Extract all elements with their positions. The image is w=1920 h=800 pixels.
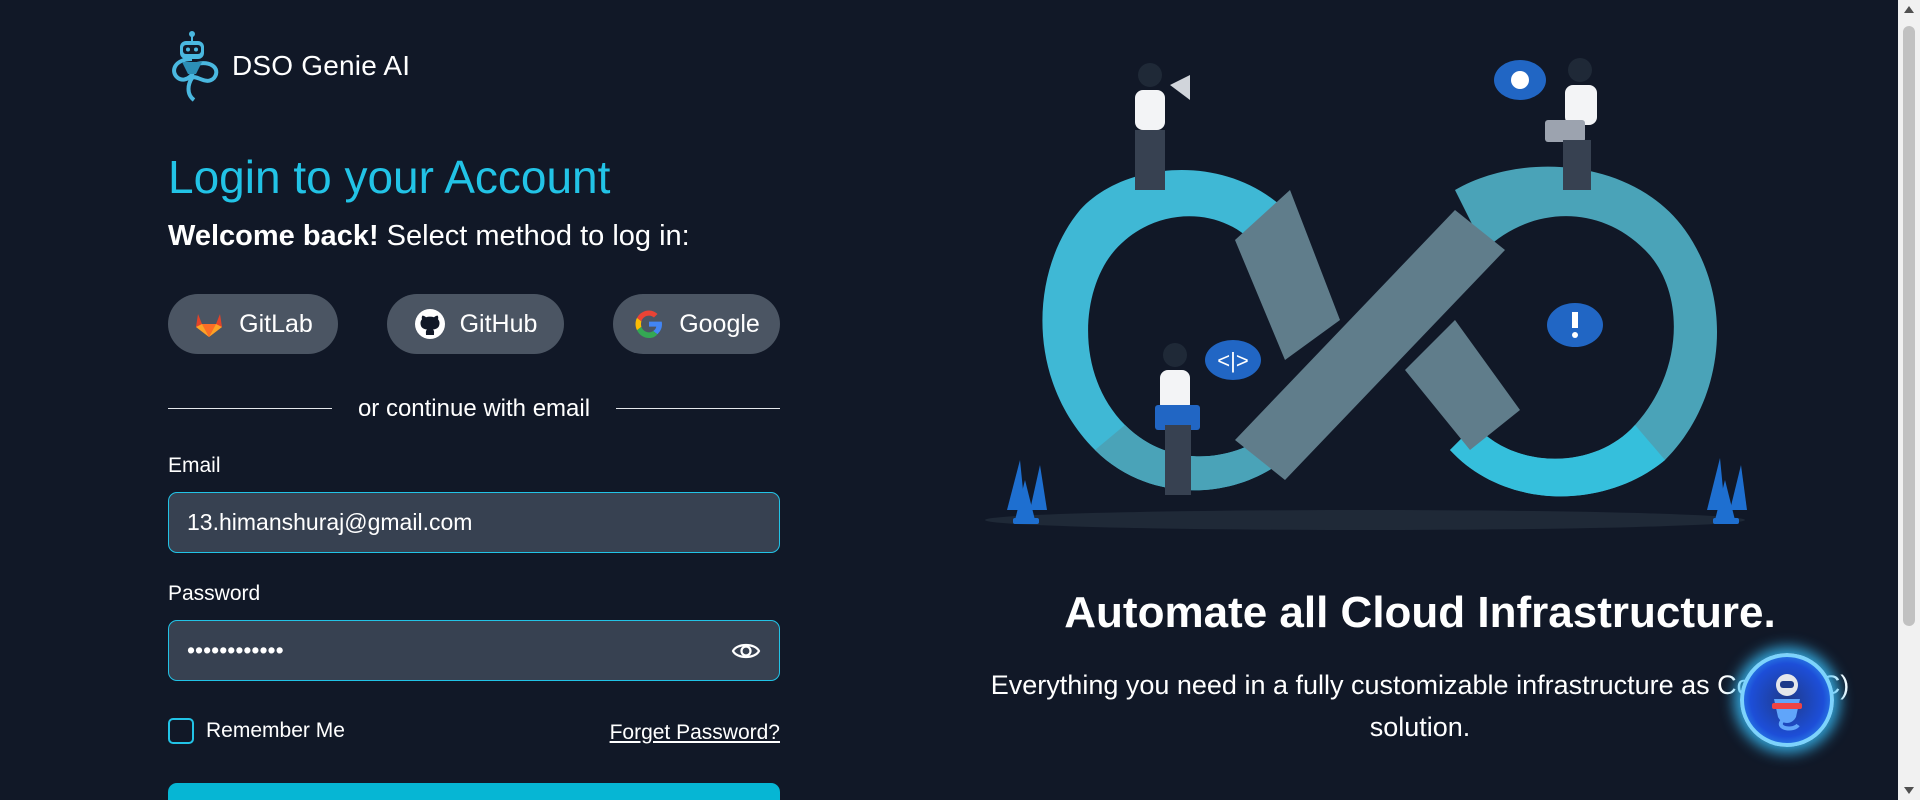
scroll-thumb[interactable] — [1903, 26, 1915, 626]
cross-arrow-down — [1405, 320, 1520, 450]
password-field[interactable] — [187, 621, 727, 679]
login-page: DSO Genie AI Login to your Account Welco… — [0, 0, 1920, 800]
svg-text:<|>: <|> — [1217, 348, 1248, 373]
remember-me-checkbox[interactable] — [168, 718, 194, 744]
google-icon — [635, 310, 663, 338]
welcome-text: Welcome back! Select method to log in: — [168, 220, 690, 253]
genie-chat-button[interactable] — [1740, 653, 1834, 747]
devops-infinity-illustration: <|> — [985, 58, 1747, 530]
brand-name: DSO Genie AI — [232, 50, 411, 81]
github-login-button[interactable]: GitHub — [387, 294, 564, 354]
hero-tagline: Automate all Cloud Infrastructure. — [1064, 588, 1776, 637]
floor-shadow — [985, 510, 1745, 530]
remember-me: Remember Me — [168, 718, 345, 744]
email-field-wrapper — [168, 492, 780, 553]
page-title: Login to your Account — [168, 151, 611, 203]
forgot-password-link[interactable]: Forget Password? — [610, 721, 780, 745]
show-password-eye-icon[interactable] — [731, 638, 761, 664]
welcome-bold: Welcome back! — [168, 220, 379, 252]
divider-line-right — [616, 408, 780, 409]
welcome-rest: Select method to log in: — [378, 220, 690, 252]
email-label: Email — [168, 454, 221, 477]
google-label: Google — [679, 309, 760, 338]
plant-right — [1707, 458, 1747, 524]
gitlab-icon — [196, 314, 223, 337]
genie-chat-icon — [1772, 674, 1802, 731]
email-divider: or continue with email — [168, 395, 780, 425]
password-field-wrapper — [168, 620, 780, 681]
login-button[interactable] — [168, 783, 780, 800]
github-label: GitHub — [459, 309, 538, 338]
google-login-button[interactable]: Google — [613, 294, 780, 354]
genie-logo-icon — [172, 31, 219, 102]
remember-me-label: Remember Me — [206, 719, 345, 742]
gitlab-login-button[interactable]: GitLab — [168, 294, 338, 354]
plant-left — [1007, 460, 1047, 524]
password-label: Password — [168, 582, 261, 605]
login-panel: DSO Genie AI Login to your Account Welco… — [168, 0, 780, 800]
brand-logo[interactable]: DSO Genie AI — [168, 28, 410, 104]
github-icon — [414, 309, 445, 339]
scroll-down-arrow-icon[interactable] — [1904, 787, 1914, 794]
divider-text: or continue with email — [357, 395, 591, 422]
scroll-up-arrow-icon[interactable] — [1904, 6, 1914, 13]
alert-bubble — [1547, 303, 1603, 347]
page-scrollbar[interactable] — [1898, 0, 1920, 800]
email-field[interactable] — [187, 493, 727, 551]
gitlab-label: GitLab — [239, 309, 313, 338]
hero-description: Everything you need in a fully customiza… — [990, 670, 1850, 742]
